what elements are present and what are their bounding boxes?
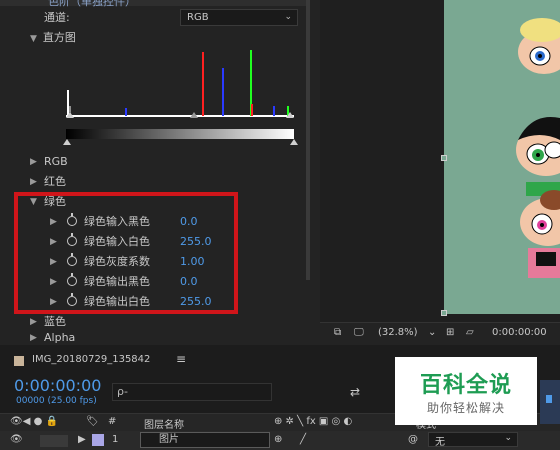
stopwatch-icon[interactable] <box>67 213 77 226</box>
chevron-down-icon[interactable]: ⌄ <box>428 327 436 338</box>
stopwatch-icon[interactable] <box>67 253 77 266</box>
param-green-input-white[interactable]: ▶ 绿色输入白色 255.0 <box>0 232 310 252</box>
character-buttercup <box>516 116 560 196</box>
group-red[interactable]: ▶ 红色 <box>0 172 310 192</box>
param-value[interactable]: 255.0 <box>180 292 212 312</box>
group-rgb[interactable]: ▶ RGB <box>0 152 310 172</box>
disclosure-closed-icon: ▶ <box>30 157 37 167</box>
layer-name-field[interactable]: 图片 <box>140 432 270 448</box>
channel-row: 通道: RGB ⌄ <box>0 6 310 26</box>
group-rgb-label: RGB <box>44 155 68 168</box>
panel-menu-icon[interactable]: ≡ <box>176 352 186 366</box>
grid-icon[interactable]: ⊞ <box>446 327 454 338</box>
layer-number: 1 <box>112 434 119 445</box>
disclosure-closed-icon: ▶ <box>30 333 37 343</box>
transform-handle[interactable] <box>441 155 447 161</box>
disclosure-closed-icon: ▶ <box>50 237 57 247</box>
param-green-output-black[interactable]: ▶ 绿色输出黑色 0.0 <box>0 272 310 292</box>
stopwatch-icon[interactable] <box>67 273 77 286</box>
watermark-logo: 百科全说 助你轻松解决 <box>395 357 537 425</box>
switch-boxes[interactable] <box>40 435 68 447</box>
character-blossom <box>518 18 560 74</box>
param-label: 绿色灰度系数 <box>84 255 150 268</box>
group-alpha[interactable]: ▶ Alpha <box>0 331 310 345</box>
watermark-title: 百科全说 <box>419 373 512 398</box>
output-black-slider[interactable] <box>63 139 71 145</box>
disclosure-closed-icon: ▶ <box>50 297 57 307</box>
param-label: 绿色输出白色 <box>84 295 150 308</box>
histogram-label: 直方图 <box>42 31 76 44</box>
param-label: 绿色输出黑色 <box>84 275 150 288</box>
param-label: 绿色输入黑色 <box>84 215 150 228</box>
disclosure-closed-icon: ▶ <box>30 317 37 327</box>
watermark-subtitle: 助你轻松解决 <box>426 401 505 415</box>
param-green-output-white[interactable]: ▶ 绿色输出白色 255.0 <box>0 292 310 312</box>
comp-color-swatch <box>14 356 24 366</box>
column-layer-name[interactable]: 图层名称 <box>144 416 184 431</box>
transform-handle[interactable] <box>441 310 447 316</box>
param-green-input-black[interactable]: ▶ 绿色输入黑色 0.0 <box>0 212 310 232</box>
group-blue[interactable]: ▶ 蓝色 <box>0 312 310 332</box>
stopwatch-icon[interactable] <box>67 233 77 246</box>
channel-select-value: RGB <box>187 12 209 23</box>
disclosure-open-icon: ▼ <box>30 197 37 207</box>
layer-switches-icons: ⊕ ✲ ╲ fx ▣ ◎ ◐ <box>274 416 353 427</box>
param-value[interactable]: 255.0 <box>180 232 212 252</box>
layer-fx-icon[interactable]: ╱ <box>300 434 306 445</box>
timeline-fps: 00000 (25.00 fps) <box>16 396 97 406</box>
monitor-icon[interactable]: 🖵 <box>354 327 364 338</box>
label-tag-icon: 🏷 <box>86 416 99 427</box>
expand-layer-icon[interactable]: ▶ <box>78 434 86 445</box>
chevron-down-icon: ⌄ <box>284 12 292 22</box>
disclosure-closed-icon: ▶ <box>50 257 57 267</box>
timeline-timecode[interactable]: 0:00:00:00 <box>14 376 101 395</box>
stopwatch-icon[interactable] <box>67 293 77 306</box>
panel-scrollbar[interactable] <box>306 0 310 280</box>
av-switches-icons: 👁◀ ● 🔒 <box>10 416 58 427</box>
mask-icon[interactable]: ▱ <box>466 327 474 338</box>
region-of-interest-icon[interactable]: ⧉ <box>334 327 341 338</box>
disclosure-closed-icon: ▶ <box>50 217 57 227</box>
visibility-eye-icon[interactable]: 👁 <box>10 434 23 445</box>
output-white-slider[interactable] <box>290 139 298 145</box>
group-red-label: 红色 <box>44 175 66 188</box>
histogram-chart <box>66 46 294 118</box>
search-icon: ρ- <box>117 385 128 398</box>
group-alpha-label: Alpha <box>44 331 76 344</box>
layer-search-input[interactable]: ρ- <box>112 383 272 401</box>
spiral-icon[interactable]: @ <box>408 434 418 445</box>
param-value[interactable]: 0.0 <box>180 212 198 232</box>
param-label: 绿色输入白色 <box>84 235 150 248</box>
layer-label-color[interactable] <box>92 434 104 446</box>
disclosure-closed-icon: ▶ <box>30 177 37 187</box>
viewer-toolbar: ⧉ 🖵 (32.8%) ⌄ ⊞ ▱ 0:00:00:00 <box>320 322 560 345</box>
layer-shy-icon[interactable]: ⊕ <box>274 434 282 445</box>
cartoon-image <box>516 18 560 278</box>
comp-name: IMG_20180729_135842 <box>32 354 151 365</box>
chevron-down-icon: ⌄ <box>504 433 512 443</box>
column-number: # <box>108 416 117 427</box>
composition-canvas[interactable] <box>444 0 560 314</box>
flow-icon[interactable]: ⇄ <box>350 385 360 399</box>
param-green-gamma[interactable]: ▶ 绿色灰度系数 1.00 <box>0 252 310 272</box>
group-green[interactable]: ▼ 绿色 <box>0 192 310 212</box>
group-green-label: 绿色 <box>44 195 66 208</box>
output-gradient-bar <box>66 129 294 139</box>
zoom-level[interactable]: (32.8%) <box>378 327 418 338</box>
layer-mode-value: 无 <box>435 437 445 448</box>
layer-mode-select[interactable]: 无 ⌄ <box>428 432 518 448</box>
character-bubbles <box>520 190 560 278</box>
group-blue-label: 蓝色 <box>44 315 66 328</box>
channel-label: 通道: <box>44 11 70 24</box>
viewer-timecode[interactable]: 0:00:00:00 <box>492 327 547 338</box>
histogram-header[interactable]: ▼ 直方图 <box>30 29 76 45</box>
current-time-indicator[interactable] <box>546 395 552 403</box>
disclosure-open-icon: ▼ <box>30 34 37 44</box>
disclosure-closed-icon: ▶ <box>50 277 57 287</box>
param-value[interactable]: 1.00 <box>180 252 205 272</box>
channel-select[interactable]: RGB ⌄ <box>180 9 298 26</box>
param-value[interactable]: 0.0 <box>180 272 198 292</box>
